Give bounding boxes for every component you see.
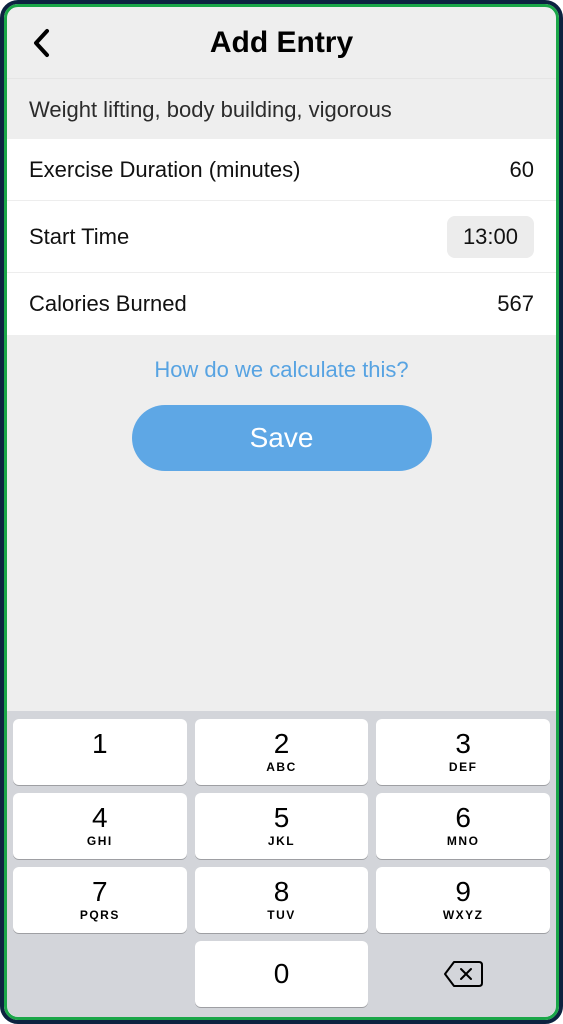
calories-row[interactable]: Calories Burned 567 [7,273,556,335]
key-letters: GHI [87,834,113,848]
exercise-name: Weight lifting, body building, vigorous [7,79,556,139]
key-9[interactable]: 9 WXYZ [376,867,550,933]
key-2[interactable]: 2 ABC [195,719,369,785]
numeric-keyboard: 1 2 ABC 3 DEF 4 GHI 5 JKL 6 MNO [7,711,556,1017]
duration-row[interactable]: Exercise Duration (minutes) 60 [7,139,556,201]
key-digit: 8 [274,878,290,906]
key-backspace[interactable] [376,941,550,1007]
back-button[interactable] [25,26,59,60]
calories-label: Calories Burned [29,291,187,317]
key-6[interactable]: 6 MNO [376,793,550,859]
key-digit: 5 [274,804,290,832]
chevron-left-icon [31,28,53,58]
calc-info-link[interactable]: How do we calculate this? [154,357,408,382]
duration-value: 60 [510,157,534,183]
key-letters: PQRS [80,908,120,922]
content-area: How do we calculate this? Save [7,335,556,711]
key-digit: 6 [455,804,471,832]
key-digit: 3 [455,730,471,758]
key-4[interactable]: 4 GHI [13,793,187,859]
key-5[interactable]: 5 JKL [195,793,369,859]
start-time-row[interactable]: Start Time 13:00 [7,201,556,273]
key-digit: 9 [455,878,471,906]
start-time-label: Start Time [29,224,129,250]
backspace-icon [442,959,484,989]
key-letters: TUV [267,908,296,922]
key-letters: MNO [447,834,480,848]
save-button-wrap: Save [7,395,556,471]
save-button[interactable]: Save [132,405,432,471]
page-title: Add Entry [7,26,556,60]
key-digit: 0 [274,960,290,988]
key-letters: JKL [268,834,295,848]
start-time-value[interactable]: 13:00 [447,216,534,258]
key-8[interactable]: 8 TUV [195,867,369,933]
key-7[interactable]: 7 PQRS [13,867,187,933]
calc-info-link-wrap: How do we calculate this? [7,335,556,395]
key-3[interactable]: 3 DEF [376,719,550,785]
key-letters: ABC [266,760,297,774]
key-letters: WXYZ [443,908,484,922]
key-digit: 4 [92,804,108,832]
duration-label: Exercise Duration (minutes) [29,157,300,183]
calories-value: 567 [497,291,534,317]
key-digit: 2 [274,730,290,758]
form-rows: Exercise Duration (minutes) 60 Start Tim… [7,139,556,335]
key-1[interactable]: 1 [13,719,187,785]
key-letters: DEF [449,760,478,774]
key-digit: 7 [92,878,108,906]
key-digit: 1 [92,730,108,758]
key-0[interactable]: 0 [195,941,369,1007]
header: Add Entry [7,7,556,79]
